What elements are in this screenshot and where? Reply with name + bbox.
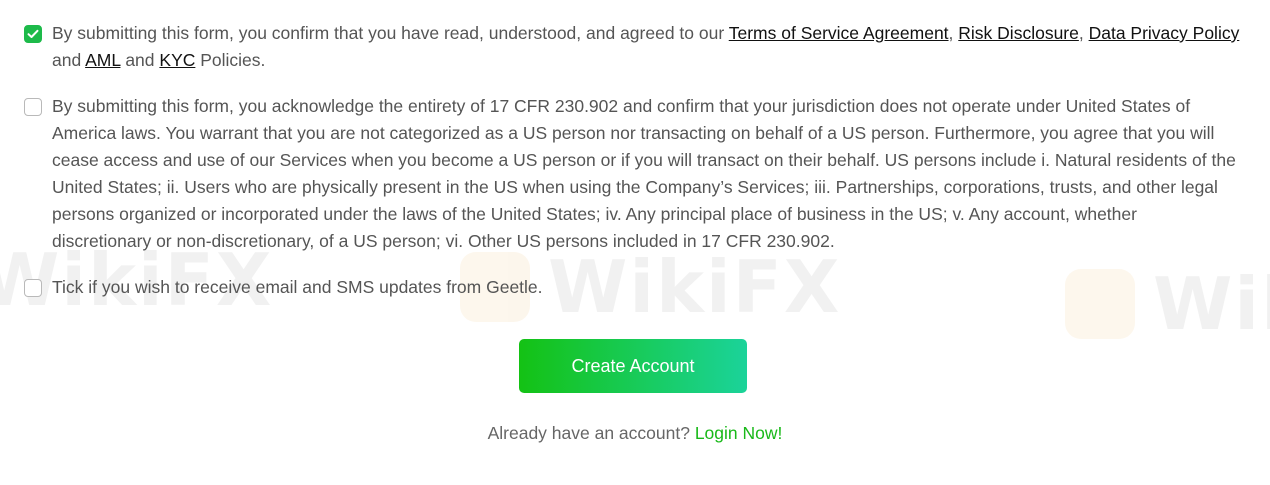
data-privacy-policy-link[interactable]: Data Privacy Policy [1089, 23, 1240, 43]
risk-disclosure-link[interactable]: Risk Disclosure [958, 23, 1079, 43]
consent-terms: By submitting this form, you confirm tha… [24, 20, 1240, 74]
consent-terms-text: By submitting this form, you confirm tha… [52, 20, 1240, 74]
checkmark-icon [27, 29, 39, 38]
terms-of-service-link[interactable]: Terms of Service Agreement [729, 23, 949, 43]
separator: and [52, 50, 86, 70]
signup-consent-section: WikiFX WikiFX WikiFX By submitting this … [0, 0, 1270, 485]
create-account-button[interactable]: Create Account [519, 339, 747, 393]
kyc-link[interactable]: KYC [159, 50, 195, 70]
updates-checkbox[interactable] [24, 279, 42, 297]
aml-link[interactable]: AML [85, 50, 120, 70]
login-now-link[interactable]: Login Now! [695, 423, 783, 443]
consent-terms-outro: Policies. [195, 50, 266, 70]
consent-us-person-text: By submitting this form, you acknowledge… [52, 96, 1236, 251]
consent-us-person: By submitting this form, you acknowledge… [24, 93, 1240, 255]
separator: , [948, 23, 959, 43]
separator: and [120, 50, 160, 70]
terms-checkbox[interactable] [24, 25, 42, 43]
separator: , [1078, 23, 1089, 43]
consent-updates-text: Tick if you wish to receive email and SM… [52, 277, 543, 297]
consent-terms-intro: By submitting this form, you confirm tha… [52, 23, 729, 43]
login-prompt-text: Already have an account? [487, 423, 695, 443]
login-prompt: Already have an account? Login Now! [0, 423, 1270, 444]
consent-updates: Tick if you wish to receive email and SM… [24, 274, 1240, 301]
us-person-checkbox[interactable] [24, 98, 42, 116]
